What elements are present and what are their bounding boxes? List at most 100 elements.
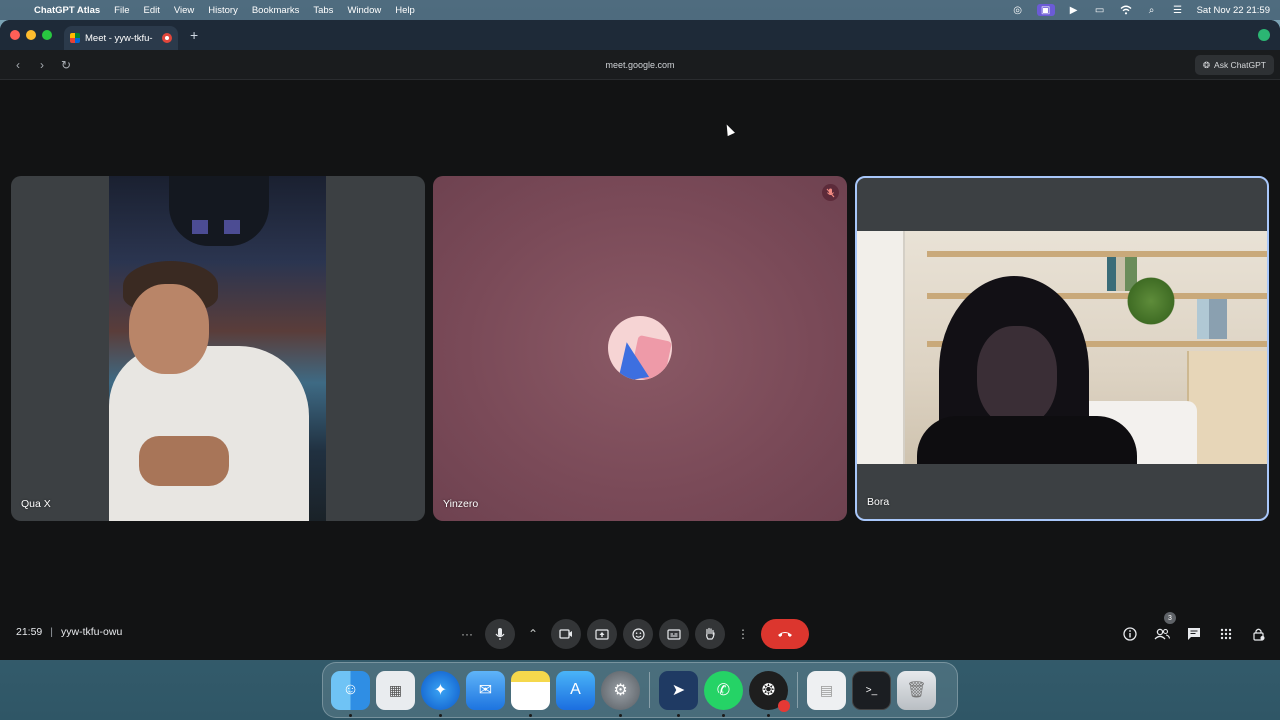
menu-bar-clock[interactable]: Sat Nov 22 21:59 bbox=[1197, 5, 1270, 16]
more-audio-options-icon[interactable]: ··· bbox=[455, 619, 479, 649]
app-store-icon[interactable]: A bbox=[556, 670, 595, 710]
more-options-icon[interactable]: ⋮ bbox=[731, 619, 755, 649]
participant-face bbox=[977, 326, 1057, 426]
status-area: ◎ ▣ ▶ ▭ ⌕ ☰ Sat Nov 22 21:59 bbox=[999, 4, 1270, 16]
running-indicator bbox=[439, 713, 442, 717]
trash-icon[interactable]: 🗑 bbox=[897, 670, 936, 710]
notification-badge bbox=[778, 699, 790, 712]
participant-body bbox=[917, 416, 1137, 464]
dock-separator bbox=[797, 672, 798, 708]
meeting-details-button[interactable] bbox=[1120, 622, 1140, 646]
menu-window[interactable]: Window bbox=[347, 5, 381, 16]
meeting-time: 21:59 bbox=[16, 626, 43, 638]
new-tab-button[interactable]: + bbox=[190, 27, 198, 43]
menu-bookmarks[interactable]: Bookmarks bbox=[252, 5, 300, 16]
participant-tile-qua-x[interactable]: Qua X bbox=[11, 176, 425, 521]
background-shelf bbox=[927, 251, 1267, 257]
captions-button[interactable] bbox=[659, 619, 689, 649]
present-screen-button[interactable] bbox=[587, 619, 617, 649]
running-indicator bbox=[619, 713, 622, 717]
reactions-button[interactable] bbox=[623, 619, 653, 649]
background-plant bbox=[1127, 271, 1175, 331]
recording-indicator-icon bbox=[162, 33, 172, 43]
close-window-button[interactable] bbox=[10, 30, 20, 40]
participant-tile-yinzero[interactable]: Yinzero bbox=[433, 176, 847, 521]
activities-button[interactable] bbox=[1216, 622, 1236, 646]
menu-tabs[interactable]: Tabs bbox=[313, 5, 333, 16]
chatgpt-logo-icon: ❂ bbox=[1202, 59, 1211, 70]
address-bar[interactable]: meet.google.com bbox=[0, 60, 1280, 70]
tab-bar: Meet - yyw-tkfu- + bbox=[0, 20, 1280, 50]
menu-file[interactable]: File bbox=[114, 5, 129, 16]
chatgpt-icon[interactable]: ❂ bbox=[749, 670, 790, 717]
background-cabinet bbox=[1187, 351, 1267, 464]
spotlight-search-icon[interactable]: ⌕ bbox=[1145, 4, 1159, 16]
background-books bbox=[1197, 299, 1227, 339]
people-count-badge: 3 bbox=[1164, 612, 1176, 624]
participant-video bbox=[109, 176, 326, 521]
background-detail bbox=[224, 220, 240, 234]
video-options-chevron-icon[interactable]: ⌃ bbox=[521, 619, 545, 649]
participant-name: Yinzero bbox=[443, 498, 479, 510]
leave-call-button[interactable] bbox=[761, 619, 809, 649]
participant-tile-bora[interactable]: Bora bbox=[855, 176, 1269, 521]
fullscreen-window-button[interactable] bbox=[42, 30, 52, 40]
wifi-icon[interactable] bbox=[1119, 4, 1133, 16]
participant-name: Qua X bbox=[21, 498, 51, 510]
background-door bbox=[857, 231, 905, 464]
notes-icon[interactable] bbox=[511, 670, 550, 717]
system-settings-icon[interactable]: ⚙ bbox=[601, 670, 640, 717]
raise-hand-button[interactable] bbox=[695, 619, 725, 649]
meet-page: Qua X Yinzero Bora 21:59 | yyw-tkfu-owu … bbox=[0, 80, 1280, 660]
menu-help[interactable]: Help bbox=[395, 5, 415, 16]
mail-icon[interactable]: ✉ bbox=[466, 670, 505, 710]
camera-button[interactable] bbox=[551, 619, 581, 649]
finder-icon[interactable]: ☺ bbox=[331, 670, 370, 717]
terminal-icon[interactable]: >_ bbox=[852, 670, 891, 710]
browser-window: Meet - yyw-tkfu- + ‹ › ↻ meet.google.com… bbox=[0, 20, 1280, 660]
running-indicator bbox=[767, 713, 770, 717]
dock-separator bbox=[649, 672, 650, 708]
browser-toolbar: ‹ › ↻ meet.google.com ❂ Ask ChatGPT bbox=[0, 50, 1280, 80]
participant-avatar bbox=[608, 316, 672, 380]
running-indicator bbox=[722, 713, 725, 717]
running-indicator bbox=[349, 713, 352, 717]
battery-icon[interactable]: ▭ bbox=[1093, 4, 1107, 16]
virtual-background bbox=[169, 176, 269, 246]
menu-edit[interactable]: Edit bbox=[143, 5, 159, 16]
microphone-button[interactable] bbox=[485, 619, 515, 649]
menu-history[interactable]: History bbox=[208, 5, 238, 16]
launchpad-icon[interactable]: ▦ bbox=[376, 670, 415, 710]
google-meet-favicon-icon bbox=[70, 33, 80, 43]
control-center-icon[interactable]: ☰ bbox=[1171, 4, 1185, 16]
tab-title: Meet - yyw-tkfu- bbox=[85, 32, 153, 44]
dock: ☺ ▦ ✦ ✉ A ⚙ ➤ ✆ ❂ ▤ >_ 🗑 bbox=[322, 662, 958, 718]
participant-head bbox=[129, 284, 209, 374]
tab-meet[interactable]: Meet - yyw-tkfu- bbox=[64, 26, 178, 50]
recording-status-icon[interactable]: ▣ bbox=[1036, 4, 1055, 16]
document-icon[interactable]: ▤ bbox=[807, 670, 846, 710]
muted-mic-icon bbox=[822, 184, 839, 201]
participant-arm bbox=[139, 436, 229, 486]
play-status-icon[interactable]: ▶ bbox=[1067, 4, 1081, 16]
running-indicator bbox=[677, 713, 680, 717]
participant-name: Bora bbox=[867, 496, 890, 508]
host-controls-button[interactable] bbox=[1248, 622, 1268, 646]
screen-share-status-icon[interactable]: ◎ bbox=[1011, 4, 1025, 16]
telegram-icon[interactable]: ➤ bbox=[659, 670, 698, 717]
side-panel-controls: 3 bbox=[1120, 612, 1268, 646]
people-button[interactable]: 3 bbox=[1152, 612, 1176, 646]
meeting-code: yyw-tkfu-owu bbox=[61, 626, 123, 638]
safari-icon[interactable]: ✦ bbox=[421, 670, 460, 717]
chat-button[interactable] bbox=[1184, 622, 1204, 646]
profile-avatar-icon[interactable] bbox=[1258, 29, 1270, 41]
meeting-info-separator: | bbox=[50, 626, 54, 638]
minimize-window-button[interactable] bbox=[26, 30, 36, 40]
ask-chatgpt-label: Ask ChatGPT bbox=[1214, 60, 1266, 70]
participant-body bbox=[109, 346, 309, 521]
app-menu[interactable]: ChatGPT Atlas bbox=[34, 5, 100, 16]
menu-view[interactable]: View bbox=[174, 5, 194, 16]
whatsapp-icon[interactable]: ✆ bbox=[704, 670, 743, 717]
mouse-cursor-icon bbox=[723, 122, 735, 137]
ask-chatgpt-button[interactable]: ❂ Ask ChatGPT bbox=[1194, 55, 1274, 75]
